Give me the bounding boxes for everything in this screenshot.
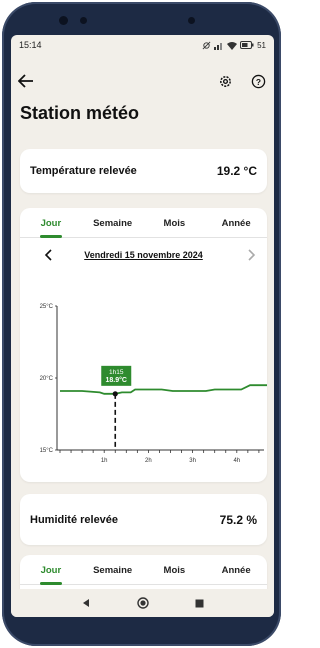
settings-button[interactable] xyxy=(214,70,236,92)
nav-back-icon[interactable] xyxy=(81,598,91,608)
y-tick-label: 25°C xyxy=(40,304,54,310)
nav-recents-icon[interactable] xyxy=(195,599,204,608)
tab-week[interactable]: Semaine xyxy=(82,555,144,584)
camera-icon xyxy=(59,16,68,25)
battery-icon xyxy=(240,41,254,49)
question-icon: ? xyxy=(251,74,265,88)
temperature-value: 19.2 °C xyxy=(216,164,257,178)
humidity-value: 75.2 % xyxy=(219,513,257,527)
marker-value: 18.9°C xyxy=(106,376,127,384)
app-toolbar: ? xyxy=(11,67,274,95)
tab-year[interactable]: Année xyxy=(205,208,267,237)
temperature-label: Température relevée xyxy=(30,165,137,177)
period-tabs: Jour Semaine Mois Année xyxy=(20,208,267,238)
temperature-chart-card: Jour Semaine Mois Année Vendredi 15 nove… xyxy=(20,208,267,482)
x-tick-label: 1h xyxy=(101,458,108,464)
signal-icon xyxy=(214,42,223,50)
phone-bezel xyxy=(2,2,281,33)
tab-year[interactable]: Année xyxy=(205,555,267,584)
status-icons: 51 xyxy=(202,41,266,50)
app-screen: 15:14 51 ? Station météo Température rel… xyxy=(11,35,274,617)
y-tick-label: 20°C xyxy=(40,376,54,382)
back-button[interactable] xyxy=(15,70,37,92)
page-title: Station météo xyxy=(20,103,140,123)
gear-icon xyxy=(219,75,231,87)
status-bar: 15:14 51 xyxy=(11,35,274,55)
status-time: 15:14 xyxy=(19,40,42,50)
x-tick-label: 3h xyxy=(189,458,196,464)
temperature-chart: 25°C 20°C 15°C 1h 2h 3h 4h 1h1518.9°C xyxy=(40,304,267,464)
date-navigator: Vendredi 15 novembre 2024 xyxy=(20,246,267,266)
system-nav-bar xyxy=(11,589,274,617)
humidity-period-tabs: Jour Semaine Mois Année xyxy=(20,555,267,585)
sensor-icon xyxy=(80,17,87,24)
tab-day[interactable]: Jour xyxy=(20,208,82,238)
tab-month[interactable]: Mois xyxy=(144,208,206,237)
battery-level: 51 xyxy=(257,40,266,50)
x-tick-label: 4h xyxy=(233,458,240,464)
temperature-card[interactable]: Température relevée 19.2 °C xyxy=(20,149,267,193)
humidity-card[interactable]: Humidité relevée 75.2 % xyxy=(20,494,267,545)
help-button[interactable]: ? xyxy=(247,70,269,92)
svg-text:?: ? xyxy=(255,76,260,86)
mute-icon xyxy=(202,41,211,49)
tab-day[interactable]: Jour xyxy=(20,555,82,585)
current-date[interactable]: Vendredi 15 novembre 2024 xyxy=(20,250,267,260)
tab-month[interactable]: Mois xyxy=(144,555,206,584)
next-day-button[interactable] xyxy=(242,245,262,265)
humidity-label: Humidité relevée xyxy=(30,514,119,526)
y-tick-label: 15°C xyxy=(40,448,54,454)
marker-point xyxy=(112,391,118,397)
nav-home-icon[interactable] xyxy=(137,597,149,609)
camera-icon xyxy=(188,17,195,24)
chevron-right-icon xyxy=(248,249,256,261)
wifi-icon xyxy=(227,41,238,50)
marker-time: 1h15 xyxy=(109,369,124,376)
tab-week[interactable]: Semaine xyxy=(82,208,144,237)
temperature-series-line xyxy=(60,384,267,395)
x-tick-label: 2h xyxy=(145,458,152,464)
arrow-left-icon xyxy=(18,74,33,88)
phone-frame: 15:14 51 ? Station météo Température rel… xyxy=(2,2,281,646)
